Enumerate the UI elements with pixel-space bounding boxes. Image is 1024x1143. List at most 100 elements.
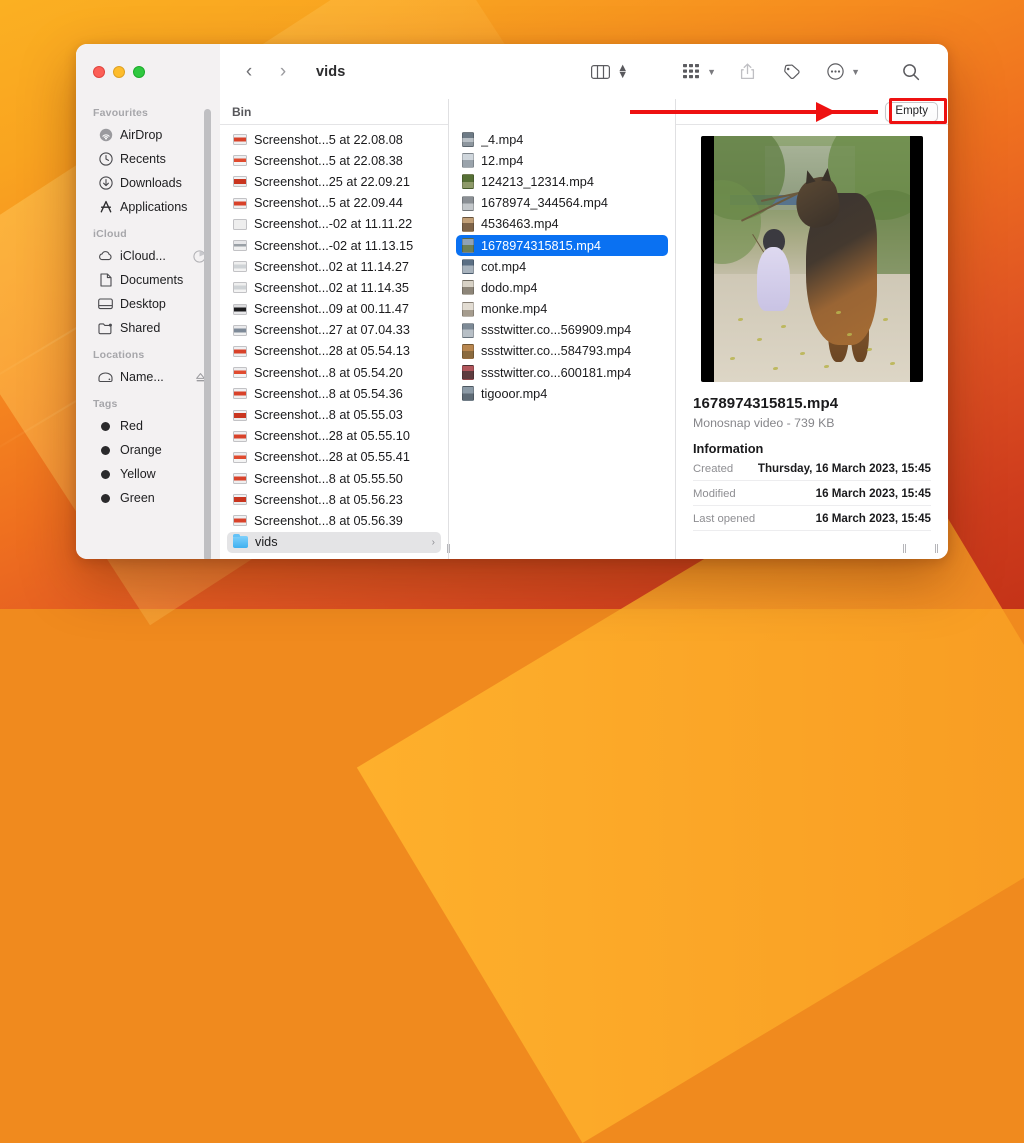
column-resize-handle[interactable] [931,542,942,554]
screenshot-thumbnail-icon [233,282,247,294]
video-thumbnail-icon [462,238,474,254]
screenshot-thumbnail-icon [233,367,247,379]
up-down-stepper-icon[interactable]: ▲ ▼ [617,62,628,80]
file-name: 12.mp4 [481,153,524,168]
list-item[interactable]: Screenshot...25 at 22.09.21 [227,171,441,192]
file-name: Screenshot...5 at 22.09.44 [254,196,403,211]
file-name: Screenshot...28 at 05.55.10 [254,429,410,444]
list-item-folder-vids[interactable]: vids › [227,531,441,553]
sidebar-item-tag-green[interactable]: Green [82,486,214,510]
list-item-selected[interactable]: 1678974315815.mp4 [456,234,668,257]
video-thumbnail-icon [462,174,474,190]
list-item[interactable]: ssstwitter.co...569909.mp4 [456,320,668,341]
scene-leaf [737,318,743,322]
file-name: Screenshot...02 at 11.14.35 [254,280,409,295]
list-item[interactable]: Screenshot...27 at 07.04.33 [227,320,441,341]
list-item[interactable]: cot.mp4 [456,256,668,277]
info-key: Modified [693,488,736,500]
airdrop-icon [98,128,113,143]
file-name: Screenshot...25 at 22.09.21 [254,174,410,189]
info-value: 16 March 2023, 15:45 [815,487,931,500]
sidebar-item-label: Downloads [120,176,182,190]
list-item[interactable]: Screenshot...5 at 22.08.38 [227,150,441,171]
video-preview-thumbnail[interactable] [701,136,923,382]
tag-dot-icon [98,443,113,458]
sidebar-item-airdrop[interactable]: AirDrop [82,123,214,147]
list-item[interactable]: Screenshot...5 at 22.09.44 [227,193,441,214]
video-thumbnail-icon [462,343,474,359]
share-icon[interactable] [732,59,762,85]
search-icon[interactable] [896,59,926,85]
file-name: monke.mp4 [481,302,548,317]
list-item[interactable]: Screenshot...28 at 05.55.10 [227,426,441,447]
sidebar-item-tag-orange[interactable]: Orange [82,438,214,462]
column-view-icon[interactable] [585,59,615,85]
maximize-button[interactable] [133,65,145,78]
close-button[interactable] [93,65,105,78]
sidebar-item-recents[interactable]: Recents [82,147,214,171]
sidebar-item-tag-yellow[interactable]: Yellow [82,462,214,486]
info-row-created: Created Thursday, 16 March 2023, 15:45 [693,456,931,481]
preview-section-title: Information [693,441,764,456]
sidebar-item-tag-red[interactable]: Red [82,414,214,438]
list-item[interactable]: ssstwitter.co...600181.mp4 [456,362,668,383]
forward-button[interactable]: › [272,61,294,83]
list-item[interactable]: Screenshot...28 at 05.54.13 [227,341,441,362]
sidebar-scrollbar[interactable] [204,109,211,559]
file-name: Screenshot...-02 at 11.11.22 [254,217,413,232]
more-ellipsis-icon[interactable] [820,59,850,85]
file-name: Screenshot...-02 at 11.13.15 [254,238,414,253]
list-item[interactable]: Screenshot...8 at 05.55.50 [227,468,441,489]
chevron-down-icon[interactable]: ▼ [851,67,860,77]
list-item[interactable]: Screenshot...09 at 00.11.47 [227,299,441,320]
screenshot-thumbnail-icon [233,345,247,357]
toolbar-right-section: ‹ › vids ▲ ▼ ▼ ▼ [220,44,948,99]
dog-ear [821,167,833,182]
back-button[interactable]: ‹ [238,61,260,83]
group-by-icon[interactable] [676,59,706,85]
file-name: 4536463.mp4 [481,217,559,232]
list-item[interactable]: 4536463.mp4 [456,214,668,235]
list-item[interactable]: Screenshot...8 at 05.55.03 [227,404,441,425]
file-name: ssstwitter.co...569909.mp4 [481,323,632,338]
list-item[interactable]: Screenshot...5 at 22.08.08 [227,129,441,150]
list-item[interactable]: monke.mp4 [456,299,668,320]
sidebar-item-downloads[interactable]: Downloads [82,171,214,195]
list-item[interactable]: 1678974_344564.mp4 [456,193,668,214]
sidebar-item-applications[interactable]: Applications [82,195,214,219]
list-item[interactable]: 12.mp4 [456,150,668,171]
list-item[interactable]: 124213_12314.mp4 [456,171,668,192]
list-item[interactable]: tigooor.mp4 [456,383,668,404]
bin-file-list: Screenshot...5 at 22.08.08 Screenshot...… [220,125,448,559]
sidebar-item-desktop[interactable]: Desktop [82,292,214,316]
sidebar-item-icloud-drive[interactable]: iCloud... [82,244,214,268]
sidebar-item-documents[interactable]: Documents [82,268,214,292]
list-item[interactable]: Screenshot...-02 at 11.13.15 [227,235,441,256]
scene-leaf [882,318,888,322]
minimize-button[interactable] [113,65,125,78]
list-item[interactable]: Screenshot...02 at 11.14.35 [227,277,441,298]
file-name: Screenshot...5 at 22.08.08 [254,132,403,147]
video-thumbnail-icon [462,153,474,169]
list-item[interactable]: Screenshot...-02 at 11.11.22 [227,214,441,235]
list-item[interactable]: Screenshot...8 at 05.56.23 [227,489,441,510]
column-preview: Empty 1678974315815.mp4 Monosnap video -… [676,99,948,559]
column-browser: Bin Screenshot...5 at 22.08.08 Screensho… [220,99,948,559]
video-thumbnail-icon [462,386,474,402]
annotation-arrow-line [630,110,878,114]
tag-icon[interactable] [776,59,806,85]
list-item[interactable]: Screenshot...28 at 05.55.41 [227,447,441,468]
sidebar-item-drive[interactable]: Name... [82,365,214,389]
list-item[interactable]: Screenshot...8 at 05.54.20 [227,362,441,383]
list-item[interactable]: Screenshot...8 at 05.56.39 [227,510,441,531]
sidebar-item-shared[interactable]: Shared [82,316,214,340]
chevron-down-icon[interactable]: ▼ [707,67,716,77]
screenshot-thumbnail-icon [233,176,247,188]
list-item[interactable]: ssstwitter.co...584793.mp4 [456,341,668,362]
list-item[interactable]: dodo.mp4 [456,277,668,298]
file-name: Screenshot...8 at 05.56.39 [254,513,403,528]
screenshot-thumbnail-icon [233,388,247,400]
list-item[interactable]: _4.mp4 [456,129,668,150]
list-item[interactable]: Screenshot...02 at 11.14.27 [227,256,441,277]
list-item[interactable]: Screenshot...8 at 05.54.36 [227,383,441,404]
